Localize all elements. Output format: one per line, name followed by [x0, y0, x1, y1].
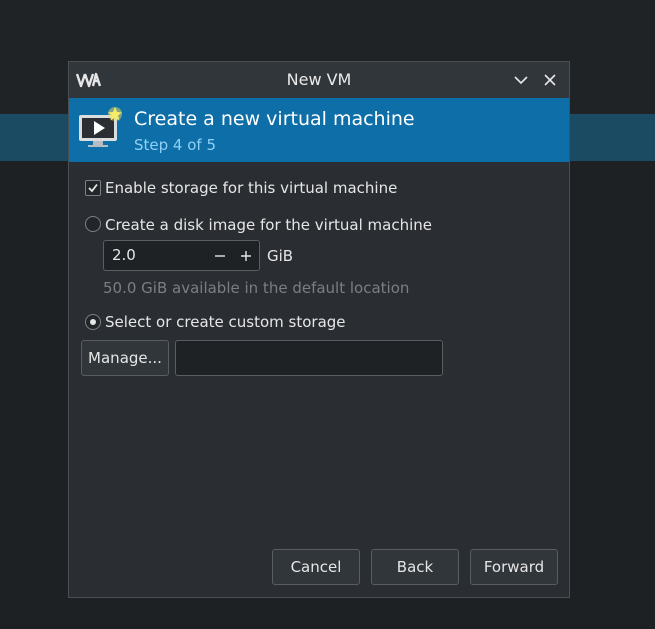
disk-size-spinbox[interactable]: 2.0: [103, 240, 260, 271]
decrement-button[interactable]: [207, 241, 233, 270]
plus-icon: [241, 251, 251, 261]
checkmark-icon: [88, 183, 98, 193]
disk-size-value[interactable]: 2.0: [112, 246, 136, 264]
forward-button[interactable]: Forward: [470, 549, 558, 585]
wizard-banner: Create a new virtual machine Step 4 of 5: [69, 98, 569, 162]
close-icon[interactable]: [541, 71, 559, 89]
enable-storage-label[interactable]: Enable storage for this virtual machine: [105, 179, 397, 197]
title-bar[interactable]: New VM: [69, 62, 569, 98]
back-button[interactable]: Back: [371, 549, 459, 585]
window-title: New VM: [286, 70, 352, 89]
disk-image-label[interactable]: Create a disk image for the virtual mach…: [105, 216, 432, 234]
enable-storage-checkbox[interactable]: [85, 180, 101, 196]
new-vm-dialog: New VM Create a new virtual machine Step…: [68, 61, 570, 598]
increment-button[interactable]: [233, 241, 259, 270]
banner-title: Create a new virtual machine: [134, 108, 415, 130]
minus-icon: [215, 255, 225, 257]
custom-storage-radio[interactable]: [85, 314, 101, 330]
cancel-button[interactable]: Cancel: [272, 549, 360, 585]
chevron-down-icon[interactable]: [512, 71, 530, 89]
disk-image-radio[interactable]: [85, 216, 101, 232]
step-indicator: Step 4 of 5: [134, 136, 217, 154]
custom-storage-label[interactable]: Select or create custom storage: [105, 313, 346, 331]
storage-path-input[interactable]: [175, 340, 443, 376]
manage-button[interactable]: Manage...: [81, 340, 169, 376]
size-unit-label: GiB: [267, 247, 294, 265]
available-space-text: 50.0 GiB available in the default locati…: [103, 279, 410, 297]
monitor-play-star-icon: [79, 107, 122, 147]
